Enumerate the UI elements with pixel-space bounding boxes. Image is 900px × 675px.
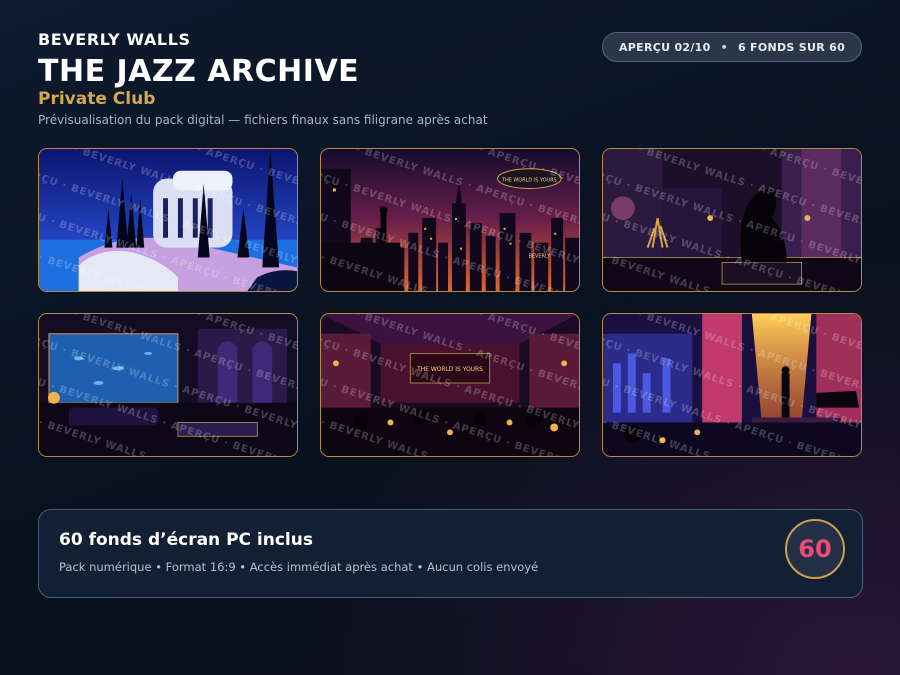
preview-badge: APERÇU 02/10 • 6 FONDS SUR 60 (602, 32, 862, 62)
wallpaper-preview-nightclub[interactable]: THE WORLD IS YOURS APERÇU · BEVERLY WALL… (320, 313, 580, 457)
nightclub-illustration: THE WORLD IS YOURS (321, 314, 579, 456)
skyline-illustration: THE WORLD IS YOURS BEVERLY (321, 149, 579, 291)
wallpaper-preview-skyline[interactable]: THE WORLD IS YOURS BEVERLY APERÇU · BEVE… (320, 148, 580, 292)
villa-illustration (39, 149, 297, 291)
stage-sign: THE WORLD IS YOURS (416, 366, 483, 373)
header: BEVERLY WALLS THE JAZZ ARCHIVE Private C… (38, 28, 862, 138)
preview-count: 6 FONDS SUR 60 (737, 40, 846, 54)
page-subtitle: Private Club (38, 89, 156, 109)
panther-illustration (603, 149, 861, 291)
wallpaper-count-badge: 60 (785, 519, 845, 579)
tagline: Prévisualisation du pack digital — fichi… (38, 113, 488, 127)
pack-info-card: 60 fonds d’écran PC inclus Pack numériqu… (38, 509, 863, 598)
wallpaper-preview-panther[interactable]: APERÇU · BEVERLY WALLS · APERÇU · BEVERL… (602, 148, 862, 292)
wallpaper-preview-aquarium[interactable]: APERÇU · BEVERLY WALLS · APERÇU · BEVERL… (38, 313, 298, 457)
brand-name: BEVERLY WALLS (38, 30, 191, 49)
wallpaper-preview-jazz-stage[interactable]: APERÇU · BEVERLY WALLS · APERÇU · BEVERL… (602, 313, 862, 457)
pack-details: Pack numérique • Format 16:9 • Accès imm… (59, 560, 539, 574)
wallpaper-preview-villa[interactable]: APERÇU · BEVERLY WALLS · APERÇU · BEVERL… (38, 148, 298, 292)
page-title: THE JAZZ ARCHIVE (38, 54, 360, 89)
blimp-text: THE WORLD IS YOURS (501, 178, 557, 184)
separator-dot: • (720, 40, 728, 54)
pack-title: 60 fonds d’écran PC inclus (59, 530, 313, 550)
aquarium-illustration (39, 314, 297, 456)
jazz-stage-illustration (603, 314, 861, 456)
preview-label: APERÇU 02/10 (618, 40, 711, 54)
neon-sign: BEVERLY (529, 253, 552, 259)
